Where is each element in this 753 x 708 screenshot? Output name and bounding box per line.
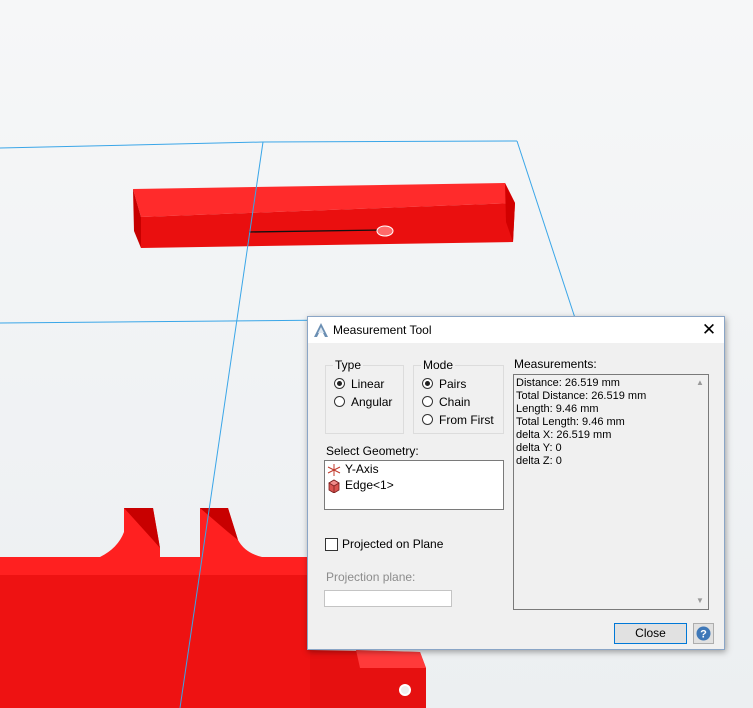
type-group: Type Linear Angular bbox=[325, 358, 404, 434]
measurement-delta-y: delta Y: 0 bbox=[516, 442, 562, 454]
radio-label: Linear bbox=[351, 377, 385, 391]
edge-cube-icon bbox=[328, 479, 340, 493]
axis-icon bbox=[327, 464, 341, 476]
projection-plane-input[interactable] bbox=[324, 590, 452, 607]
mode-group: Mode Pairs Chain From First bbox=[413, 358, 504, 434]
list-item-label: Edge<1> bbox=[345, 478, 394, 492]
radio-label: Angular bbox=[351, 395, 393, 409]
measurements-output[interactable]: Distance: 26.519 mm Total Distance: 26.5… bbox=[513, 374, 709, 610]
radio-button-selected[interactable] bbox=[334, 378, 345, 389]
radio-button-selected[interactable] bbox=[422, 378, 433, 389]
list-item-label: Y-Axis bbox=[345, 462, 379, 476]
measurement-distance: Distance: 26.519 mm bbox=[516, 377, 620, 389]
bar-part[interactable] bbox=[133, 183, 515, 248]
type-group-label: Type bbox=[333, 358, 364, 372]
help-icon: ? bbox=[696, 626, 711, 641]
select-geometry-list[interactable]: Y-Axis Edge<1> bbox=[324, 460, 504, 510]
projected-on-plane-label: Projected on Plane bbox=[342, 537, 444, 551]
projected-on-plane-checkbox[interactable] bbox=[325, 538, 338, 551]
measurement-lines: Distance: 26.519 mm Total Distance: 26.5… bbox=[516, 377, 646, 468]
scroll-down-icon[interactable]: ▼ bbox=[692, 593, 708, 609]
mode-group-label: Mode bbox=[421, 358, 456, 372]
scroll-up-icon[interactable]: ▲ bbox=[692, 375, 708, 391]
measurement-tool-dialog: Measurement Tool ✕ Type Linear Angular M… bbox=[307, 316, 725, 650]
radio-button[interactable] bbox=[334, 396, 345, 407]
radio-button[interactable] bbox=[422, 396, 433, 407]
measurement-length: Length: 9.46 mm bbox=[516, 403, 599, 415]
svg-text:?: ? bbox=[700, 629, 707, 641]
close-button[interactable]: Close bbox=[614, 623, 687, 644]
radio-label: From First bbox=[439, 413, 494, 427]
measurement-delta-x: delta X: 26.519 mm bbox=[516, 429, 612, 441]
radio-label: Pairs bbox=[439, 377, 467, 391]
app-logo-icon bbox=[314, 323, 328, 337]
measurement-total-length: Total Length: 9.46 mm bbox=[516, 416, 625, 428]
measurements-label: Measurements: bbox=[514, 357, 597, 371]
help-button[interactable]: ? bbox=[693, 623, 714, 644]
projection-plane-label: Projection plane: bbox=[326, 570, 416, 584]
dialog-title: Measurement Tool bbox=[333, 323, 432, 337]
measurement-total-distance: Total Distance: 26.519 mm bbox=[516, 390, 647, 402]
radio-button[interactable] bbox=[422, 414, 433, 425]
select-geometry-label: Select Geometry: bbox=[326, 444, 419, 458]
radio-label: Chain bbox=[439, 395, 471, 409]
vertical-scrollbar[interactable]: ▲ ▼ bbox=[692, 375, 708, 609]
title-bar[interactable]: Measurement Tool ✕ bbox=[308, 317, 724, 343]
close-icon[interactable]: ✕ bbox=[694, 317, 724, 343]
measurement-delta-z: delta Z: 0 bbox=[516, 455, 562, 467]
